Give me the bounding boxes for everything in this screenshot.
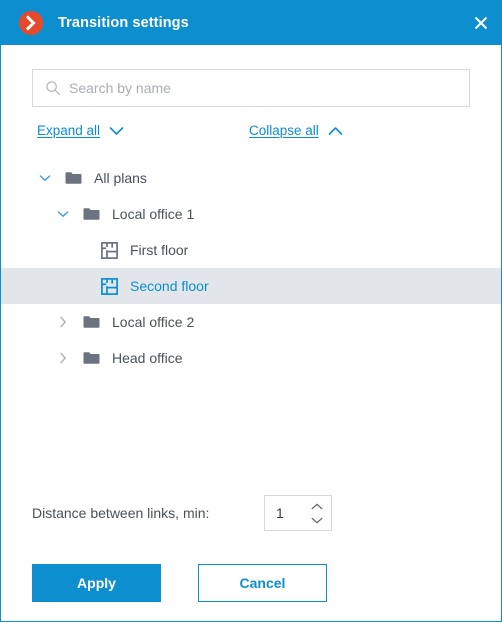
orange-chevron-right-logo-icon: [19, 11, 43, 35]
distance-input[interactable]: [265, 505, 306, 521]
tree-row[interactable]: Second floor: [1, 268, 501, 304]
transition-settings-dialog: Transition settings Expand all: [0, 0, 502, 622]
chevron-down-icon[interactable]: [55, 206, 71, 222]
stepper-arrows: [306, 498, 328, 528]
caret-up-icon[interactable]: [310, 502, 324, 511]
tree-row[interactable]: Local office 1: [1, 196, 501, 232]
collapse-all-label: Collapse all: [249, 123, 319, 138]
folder-icon: [65, 170, 82, 187]
tree-row[interactable]: Local office 2: [1, 304, 501, 340]
floor-plan-icon: [101, 277, 118, 295]
tree-node-label: Second floor: [130, 278, 209, 294]
collapse-all-link[interactable]: Collapse all: [249, 123, 343, 138]
tree-twisty-spacer: [73, 278, 89, 294]
tree-twisty-spacer: [73, 242, 89, 258]
floor-plan-icon: [101, 241, 118, 259]
chevron-down-icon[interactable]: [37, 170, 53, 186]
expand-all-link[interactable]: Expand all: [37, 123, 124, 138]
distance-label: Distance between links, min:: [32, 505, 210, 521]
search-field[interactable]: [32, 69, 470, 107]
tree-node-label: All plans: [94, 170, 147, 186]
folder-icon: [83, 314, 100, 331]
chevron-right-icon[interactable]: [55, 350, 71, 366]
dialog-title: Transition settings: [58, 15, 189, 31]
chevron-up-icon: [328, 126, 343, 136]
tree-node-label: Local office 2: [112, 314, 195, 330]
dialog-footer: Apply Cancel: [32, 564, 470, 602]
tree-node-label: First floor: [130, 242, 189, 258]
chevron-right-icon[interactable]: [55, 314, 71, 330]
distance-between-links-row: Distance between links, min:: [32, 495, 470, 531]
expand-all-label: Expand all: [37, 123, 101, 138]
tree-controls: Expand all Collapse all: [32, 123, 470, 143]
chevron-down-icon: [109, 126, 124, 136]
cancel-button[interactable]: Cancel: [198, 564, 327, 602]
plans-tree: All plans Local office 1 First floor Second…: [1, 160, 501, 470]
folder-icon: [83, 206, 100, 223]
caret-down-icon[interactable]: [310, 516, 324, 525]
folder-icon: [83, 350, 100, 367]
search-icon: [45, 80, 61, 96]
dialog-content: Expand all Collapse all All plans Local o…: [1, 45, 501, 621]
dialog-titlebar: Transition settings: [1, 1, 501, 45]
tree-row[interactable]: All plans: [1, 160, 501, 196]
distance-stepper[interactable]: [264, 495, 332, 531]
apply-button[interactable]: Apply: [32, 564, 161, 602]
tree-node-label: Local office 1: [112, 206, 195, 222]
tree-row[interactable]: Head office: [1, 340, 501, 376]
search-input[interactable]: [69, 76, 469, 100]
tree-row[interactable]: First floor: [1, 232, 501, 268]
tree-node-label: Head office: [112, 350, 183, 366]
close-icon[interactable]: [467, 9, 495, 37]
